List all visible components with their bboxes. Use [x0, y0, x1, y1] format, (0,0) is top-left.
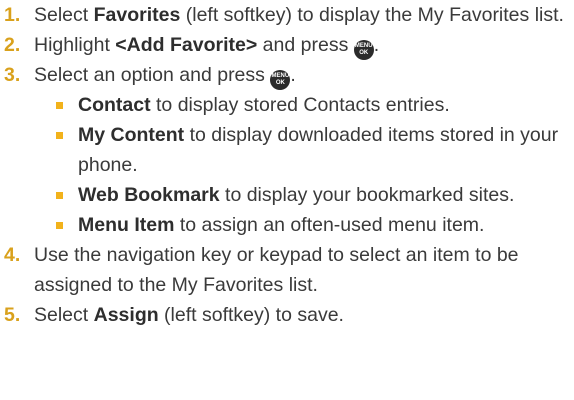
option-desc: to assign an often-used menu item.	[174, 214, 485, 236]
menu-ok-key-icon: MENU OK	[353, 40, 374, 60]
step-3: 3. Select an option and press MENU OK.	[0, 60, 574, 90]
step-number: 2.	[4, 34, 21, 56]
text-run: .	[373, 34, 380, 56]
favorites-term: Favorites	[93, 4, 181, 26]
bullet-icon	[56, 222, 63, 229]
text-run: Select an option and press	[34, 64, 271, 86]
option-desc: to display your bookmarked sites.	[219, 184, 515, 206]
text-run: Select	[34, 4, 94, 26]
bullet-icon	[56, 102, 63, 109]
text-run: .	[290, 64, 296, 86]
step-4: 4. Use the navigation key or keypad to s…	[0, 240, 574, 300]
option-text: Menu Item to assign an often-used menu i…	[78, 214, 484, 236]
option-label: Menu Item	[78, 214, 175, 236]
step-number: 1.	[4, 4, 21, 26]
step-number: 5.	[4, 304, 21, 326]
option-web-bookmark: Web Bookmark to display your bookmarked …	[0, 180, 574, 210]
option-desc: to display stored Contacts entries.	[150, 94, 450, 116]
text-run: Highlight	[34, 34, 116, 56]
option-label: Contact	[78, 94, 151, 116]
text-run: (left softkey) to display the My Favorit…	[180, 4, 564, 26]
option-contact: Contact to display stored Contacts entri…	[0, 90, 574, 120]
step-text: Select Favorites (left softkey) to displ…	[34, 4, 564, 26]
step-2: 2. Highlight <Add Favorite> and press ME…	[0, 30, 574, 60]
bullet-icon	[56, 192, 63, 199]
option-my-content: My Content to display downloaded items s…	[0, 120, 574, 180]
text-run: (left softkey) to save.	[158, 304, 344, 326]
key-label-bottom: OK	[359, 50, 369, 56]
instruction-list: 1. Select Favorites (left softkey) to di…	[0, 0, 574, 400]
step-1: 1. Select Favorites (left softkey) to di…	[0, 0, 574, 30]
option-text: Web Bookmark to display your bookmarked …	[78, 184, 514, 206]
option-text: My Content to display downloaded items s…	[78, 124, 558, 176]
assign-term: Assign	[93, 304, 159, 326]
key-label-top: MENU	[271, 73, 290, 79]
text-run: Select	[34, 304, 94, 326]
option-label: My Content	[78, 124, 185, 146]
step-5: 5. Select Assign (left softkey) to save.	[0, 300, 574, 330]
step-text: Select an option and press MENU OK.	[34, 64, 296, 90]
key-label-top: MENU	[354, 43, 373, 49]
option-list: Contact to display stored Contacts entri…	[0, 90, 574, 240]
step-number: 3.	[4, 64, 21, 86]
option-text: Contact to display stored Contacts entri…	[78, 94, 450, 116]
step-text: Select Assign (left softkey) to save.	[34, 304, 344, 326]
step-number: 4.	[4, 244, 21, 266]
option-menu-item: Menu Item to assign an often-used menu i…	[0, 210, 574, 240]
text-run: and press	[257, 34, 354, 56]
bullet-icon	[56, 132, 63, 139]
step-text: Highlight <Add Favorite> and press MENU O…	[34, 34, 380, 60]
text-run: Use the navigation key or keypad to sele…	[34, 244, 519, 296]
option-label: Web Bookmark	[78, 184, 220, 206]
step-text: Use the navigation key or keypad to sele…	[34, 244, 519, 296]
add-favorite-term: <Add Favorite>	[115, 34, 258, 56]
menu-ok-key-icon: MENU OK	[270, 70, 291, 90]
key-label-bottom: OK	[275, 80, 285, 86]
